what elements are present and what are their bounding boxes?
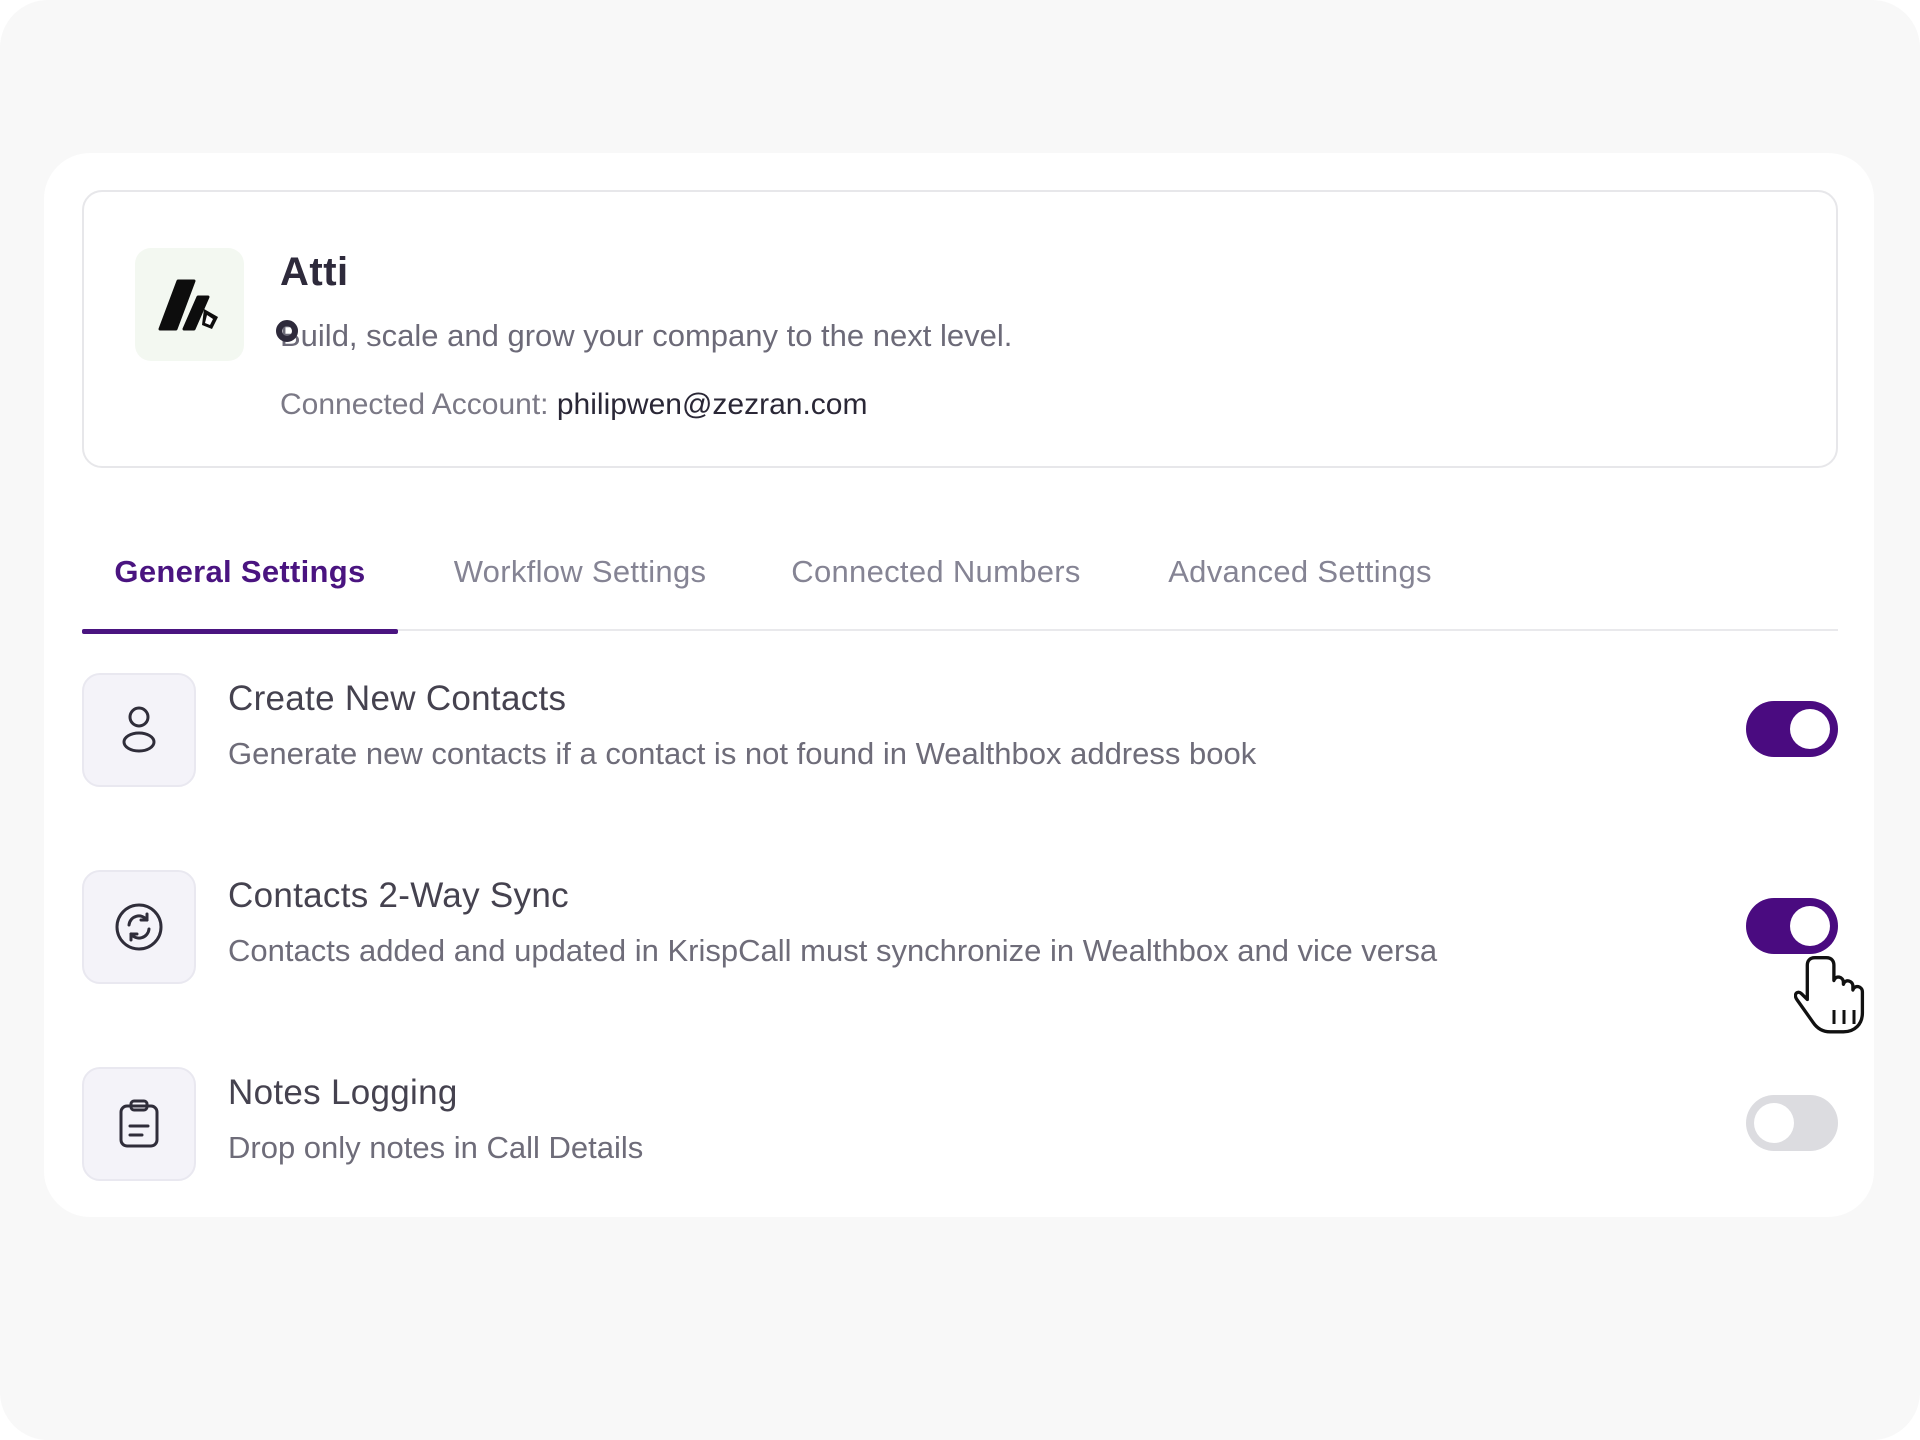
setting-title: Contacts 2-Way Sync [228, 876, 569, 915]
attio-logo-icon [135, 248, 244, 361]
sync-icon [82, 870, 196, 984]
hand-pointer-cursor-icon [1794, 956, 1865, 1034]
setting-title: Notes Logging [228, 1073, 458, 1112]
contacts-2-way-sync-toggle[interactable] [1746, 898, 1838, 954]
notes-logging-toggle[interactable] [1746, 1095, 1838, 1151]
setting-title: Create New Contacts [228, 679, 567, 718]
tab-advanced-settings[interactable]: Advanced Settings [1140, 513, 1460, 631]
setting-create-new-contacts: Create New Contacts Generate new contact… [82, 673, 1838, 789]
clipboard-icon [82, 1067, 196, 1181]
toggle-knob [1754, 1103, 1794, 1143]
create-new-contacts-toggle[interactable] [1746, 701, 1838, 757]
tab-connected-numbers[interactable]: Connected Numbers [766, 513, 1106, 631]
user-icon [82, 673, 196, 787]
setting-description: Generate new contacts if a contact is no… [228, 736, 1257, 771]
integration-panel: Atti Build, scale and grow your company … [44, 153, 1874, 1217]
tab-workflow-settings[interactable]: Workflow Settings [430, 513, 730, 631]
app-name: Atti [280, 250, 349, 294]
settings-tabs: General Settings Workflow Settings Conne… [82, 513, 1838, 634]
app-tagline: Build, scale and grow your company to th… [280, 318, 1013, 353]
integration-header-card: Atti Build, scale and grow your company … [82, 190, 1838, 468]
setting-description: Drop only notes in Call Details [228, 1130, 644, 1165]
cursor-dot-artifact [276, 320, 298, 342]
toggle-knob [1790, 709, 1830, 749]
setting-description: Contacts added and updated in KrispCall … [228, 933, 1438, 968]
setting-contacts-2-way-sync: Contacts 2-Way Sync Contacts added and u… [82, 870, 1838, 986]
tab-general-settings[interactable]: General Settings [82, 513, 398, 634]
connected-account: Connected Account: philipwen@zezran.com [280, 388, 867, 422]
setting-notes-logging: Notes Logging Drop only notes in Call De… [82, 1067, 1838, 1183]
connected-account-label: Connected Account: [280, 388, 549, 421]
app-frame: Atti Build, scale and grow your company … [0, 0, 1920, 1440]
connected-account-email: philipwen@zezran.com [556, 388, 868, 421]
toggle-knob [1790, 906, 1830, 946]
